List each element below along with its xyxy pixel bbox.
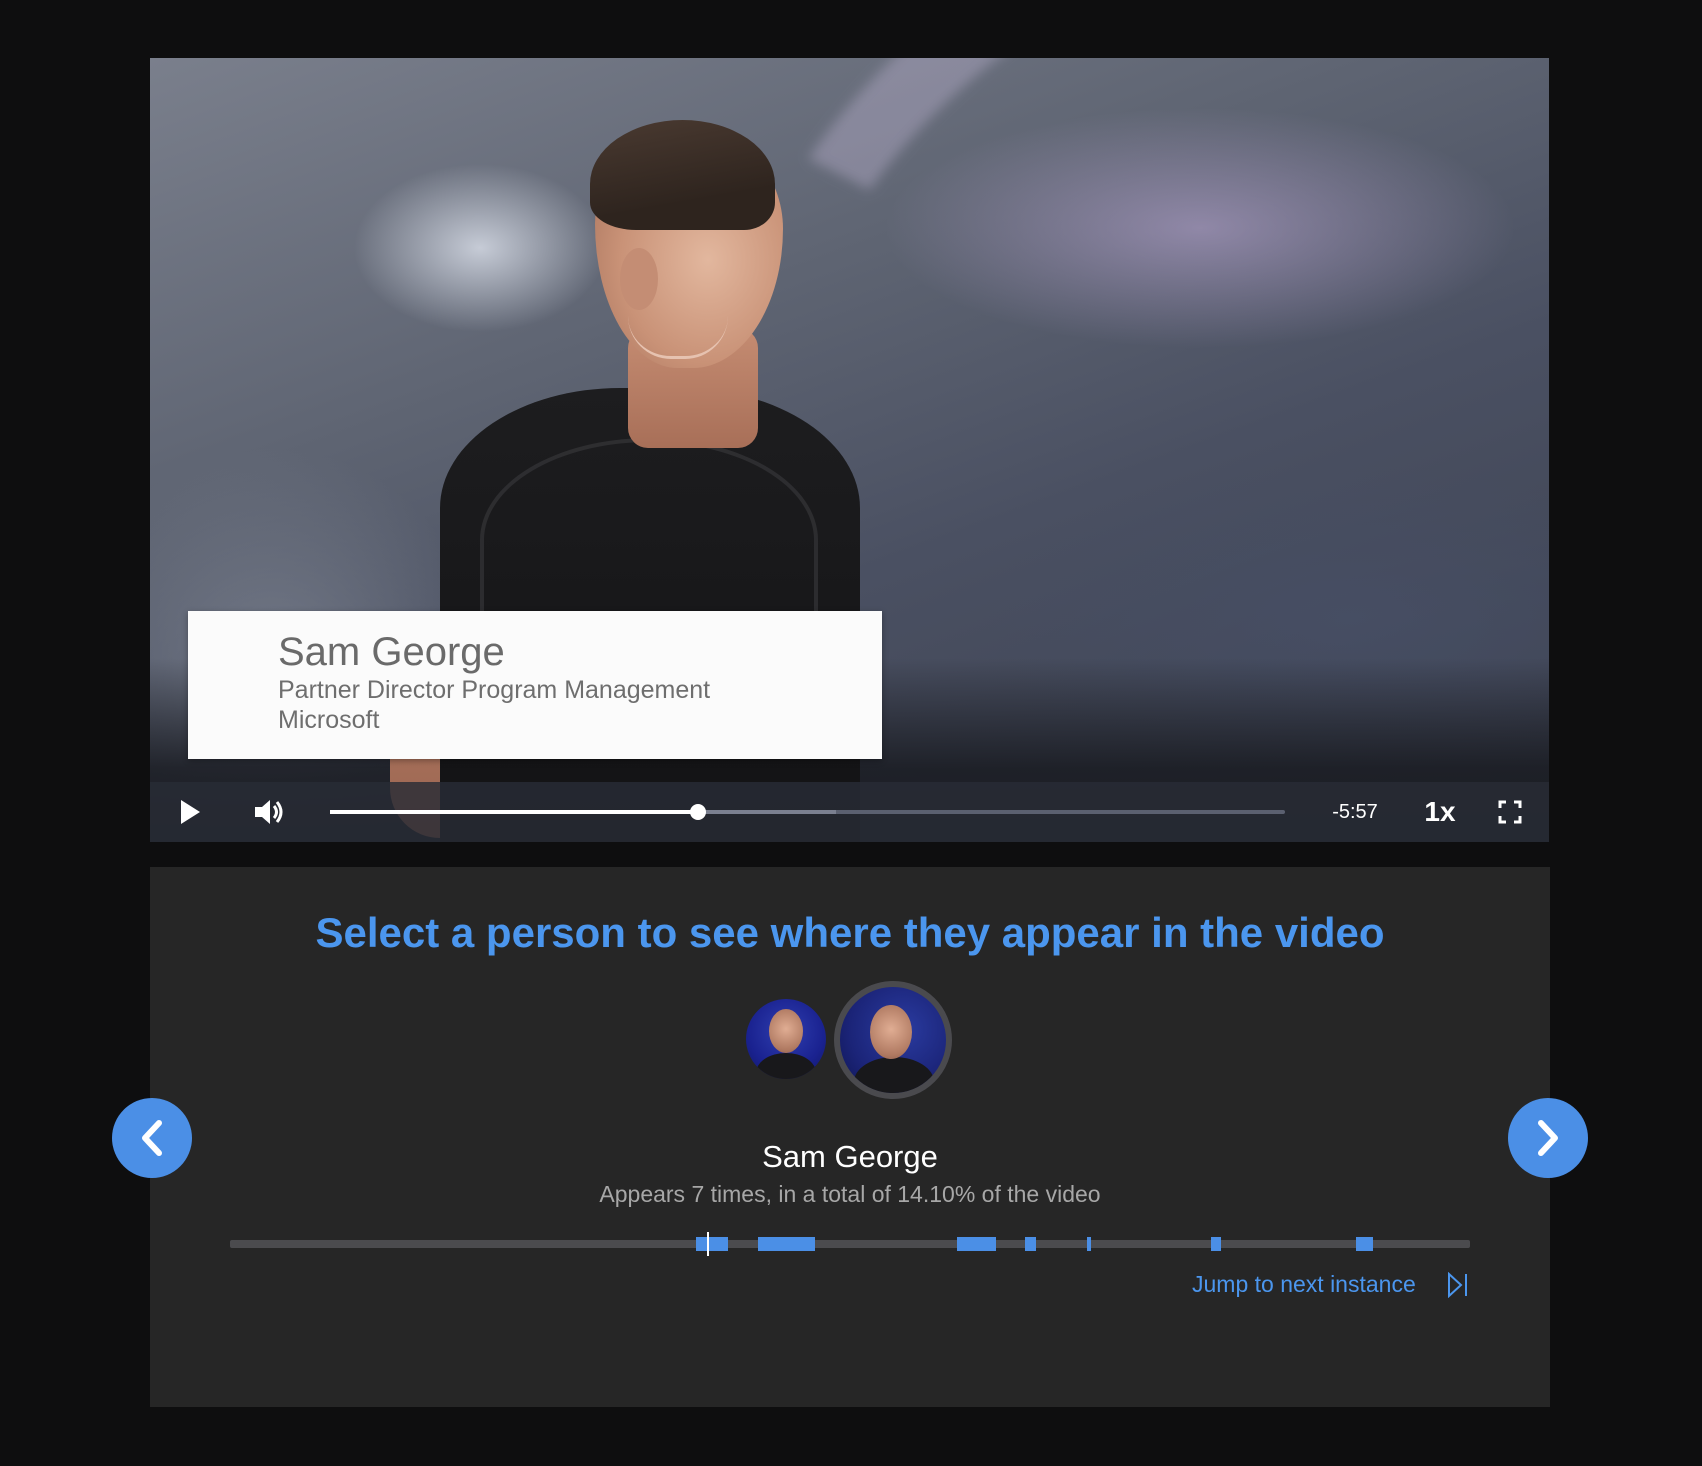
jump-to-next-instance-link[interactable]: Jump to next instance <box>1192 1271 1416 1298</box>
appearance-segment-5[interactable] <box>1086 1237 1091 1251</box>
person-avatar-2-selected[interactable] <box>834 981 952 1099</box>
previous-person-button[interactable] <box>112 1098 192 1178</box>
appearance-segment-3[interactable] <box>956 1237 997 1251</box>
appearance-segment-1[interactable] <box>696 1237 729 1251</box>
avatar-body <box>854 1057 934 1093</box>
timeline-playhead <box>707 1232 710 1256</box>
seek-bar[interactable] <box>330 804 1285 820</box>
appearance-segment-7[interactable] <box>1355 1237 1374 1251</box>
lower-third-name: Sam George <box>278 630 505 674</box>
chevron-left-icon <box>142 1120 162 1156</box>
person-avatar-1[interactable] <box>746 999 826 1079</box>
playback-speed-button[interactable]: 1x <box>1410 782 1470 842</box>
lower-third-title: Partner Director Program Management <box>278 676 711 704</box>
seek-handle[interactable] <box>689 804 706 820</box>
chevron-right-icon <box>1538 1120 1558 1156</box>
play-button[interactable] <box>170 782 210 842</box>
appearance-segment-4[interactable] <box>1024 1237 1036 1251</box>
fullscreen-button[interactable] <box>1490 782 1530 842</box>
video-player[interactable]: Sam George Partner Director Program Mana… <box>150 58 1549 842</box>
appearance-timeline[interactable] <box>230 1232 1470 1256</box>
time-remaining: -5:57 <box>1332 801 1378 823</box>
people-insights-panel: Select a person to see where they appear… <box>150 867 1550 1407</box>
fullscreen-icon <box>1498 800 1522 824</box>
avatar-face <box>769 1009 803 1053</box>
next-person-button[interactable] <box>1508 1098 1588 1178</box>
appearance-summary: Appears 7 times, in a total of 14.10% of… <box>599 1181 1101 1207</box>
presenter-hair <box>590 120 775 230</box>
jump-next-button[interactable] <box>1446 1271 1470 1302</box>
selected-person-name: Sam George <box>762 1139 938 1174</box>
appearance-segment-6[interactable] <box>1210 1237 1221 1251</box>
volume-icon <box>255 800 283 824</box>
panel-headline: Select a person to see where they appear… <box>315 909 1385 956</box>
avatar-face <box>870 1005 912 1059</box>
avatar-body <box>756 1053 816 1079</box>
volume-button[interactable] <box>250 782 290 842</box>
skip-next-icon <box>1448 1271 1467 1299</box>
play-icon <box>181 800 200 824</box>
presenter-ear <box>620 248 658 310</box>
player-controls: -5:57 1x <box>150 782 1549 842</box>
appearance-segment-2[interactable] <box>758 1237 816 1251</box>
lower-third-organization: Microsoft <box>278 706 380 734</box>
lower-third-caption: Sam George Partner Director Program Mana… <box>188 611 882 759</box>
seek-progress <box>330 810 698 814</box>
